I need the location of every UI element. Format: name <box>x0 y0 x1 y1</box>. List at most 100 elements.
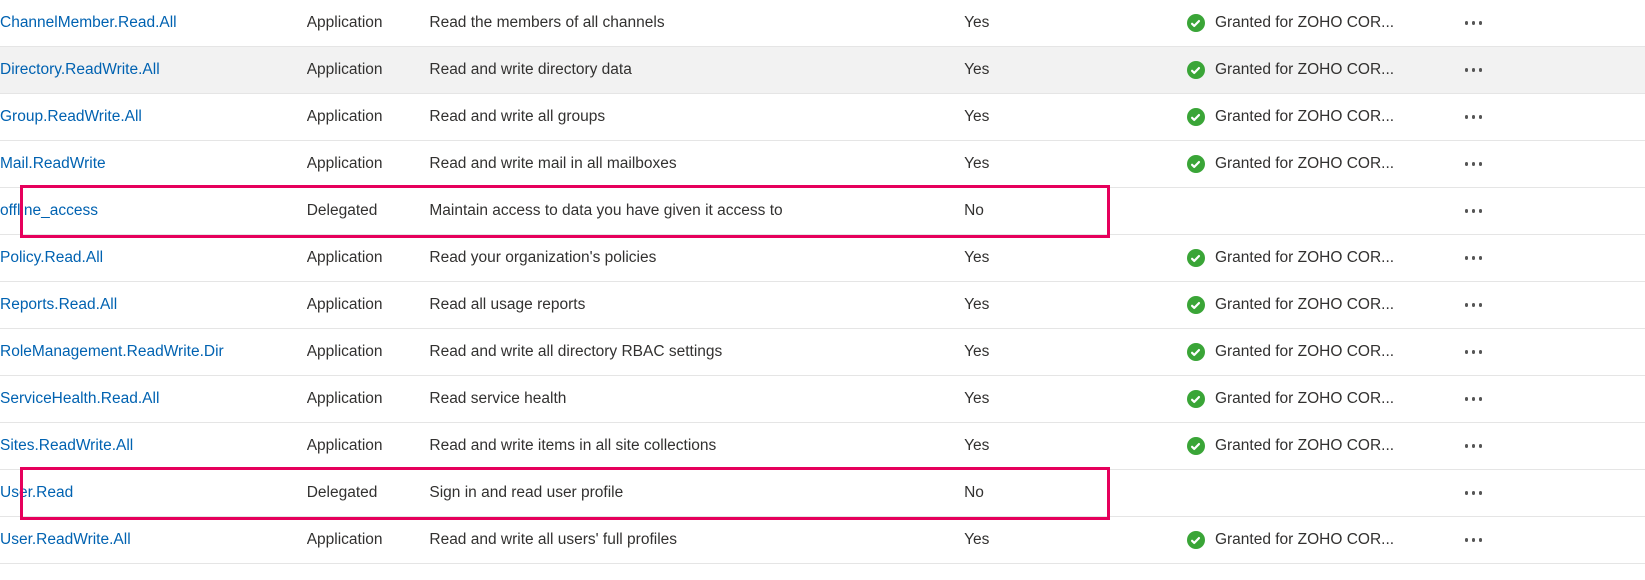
permission-name-cell: Reports.Read.All <box>0 282 307 329</box>
more-actions-button[interactable] <box>1458 384 1488 414</box>
status-text: Granted for ZOHO COR... <box>1215 390 1394 408</box>
permission-name-cell: Mail.ReadWrite <box>0 141 307 188</box>
admin-consent-required: Yes <box>964 517 1187 564</box>
table-row[interactable]: ServiceHealth.Read.AllApplicationRead se… <box>0 376 1645 423</box>
permission-link[interactable]: Reports.Read.All <box>0 296 117 313</box>
table-row[interactable]: Directory.ReadWrite.All ApplicationRead a… <box>0 47 1645 94</box>
permission-link[interactable]: User.ReadWrite.All <box>0 531 131 548</box>
more-actions-button[interactable] <box>1458 55 1488 85</box>
actions-cell <box>1440 329 1645 376</box>
table-row[interactable]: Policy.Read.AllApplicationRead your orga… <box>0 235 1645 282</box>
table-row[interactable]: Group.ReadWrite.All ApplicationRead and w… <box>0 94 1645 141</box>
permission-link[interactable]: Sites.ReadWrite.All <box>0 437 133 454</box>
permission-type: Delegated <box>307 188 430 235</box>
admin-consent-required: No <box>964 188 1187 235</box>
permission-description: Read and write directory data <box>429 47 964 94</box>
permission-name-cell: Sites.ReadWrite.All <box>0 423 307 470</box>
table-row[interactable]: RoleManagement.ReadWrite.Dir ApplicationR… <box>0 329 1645 376</box>
status-text: Granted for ZOHO COR... <box>1215 249 1394 267</box>
table-row[interactable]: ChannelMember.Read.All ApplicationRead th… <box>0 0 1645 47</box>
permission-type: Application <box>307 141 430 188</box>
table-row[interactable]: offline_access DelegatedMaintain access t… <box>0 188 1645 235</box>
check-circle-icon <box>1187 296 1205 314</box>
permission-type: Application <box>307 47 430 94</box>
permission-description: Read your organization's policies <box>429 235 964 282</box>
actions-cell <box>1440 282 1645 329</box>
table-row[interactable]: User.ReadWrite.AllApplicationRead and wr… <box>0 517 1645 564</box>
status-text: Granted for ZOHO COR... <box>1215 437 1394 455</box>
check-circle-icon <box>1187 61 1205 79</box>
permission-link[interactable]: Policy.Read.All <box>0 249 103 266</box>
permission-description: Read all usage reports <box>429 282 964 329</box>
permission-description: Read the members of all channels <box>429 0 964 47</box>
table-row[interactable]: User.Read DelegatedSign in and read user … <box>0 470 1645 517</box>
actions-cell <box>1440 517 1645 564</box>
check-circle-icon <box>1187 390 1205 408</box>
more-actions-button[interactable] <box>1458 478 1488 508</box>
table-row[interactable]: Reports.Read.AllApplicationRead all usag… <box>0 282 1645 329</box>
permission-link[interactable]: ChannelMember.Read.All <box>0 14 177 31</box>
status-cell: Granted for ZOHO COR... <box>1187 423 1441 470</box>
permission-link[interactable]: ServiceHealth.Read.All <box>0 390 159 407</box>
check-circle-icon <box>1187 155 1205 173</box>
permission-name-cell: Group.ReadWrite.All <box>0 94 307 141</box>
more-actions-button[interactable] <box>1458 196 1488 226</box>
permission-link[interactable]: Directory.ReadWrite.All <box>0 61 160 78</box>
admin-consent-required: Yes <box>964 47 1187 94</box>
admin-consent-required: Yes <box>964 423 1187 470</box>
permission-name-cell: Policy.Read.All <box>0 235 307 282</box>
check-circle-icon <box>1187 108 1205 126</box>
admin-consent-required: Yes <box>964 329 1187 376</box>
permission-description: Sign in and read user profile <box>429 470 964 517</box>
more-actions-button[interactable] <box>1458 290 1488 320</box>
permission-type: Application <box>307 329 430 376</box>
permission-type: Delegated <box>307 470 430 517</box>
status-text: Granted for ZOHO COR... <box>1215 108 1394 126</box>
status-cell: Granted for ZOHO COR... <box>1187 282 1441 329</box>
status-text: Granted for ZOHO COR... <box>1215 14 1394 32</box>
permission-type: Application <box>307 94 430 141</box>
actions-cell <box>1440 235 1645 282</box>
actions-cell <box>1440 470 1645 517</box>
more-actions-button[interactable] <box>1458 102 1488 132</box>
permission-name-cell: RoleManagement.ReadWrite.Dir <box>0 329 307 376</box>
permission-type: Application <box>307 0 430 47</box>
check-circle-icon <box>1187 14 1205 32</box>
admin-consent-required: Yes <box>964 94 1187 141</box>
permission-link[interactable]: offline_access <box>0 202 98 219</box>
status-cell: Granted for ZOHO COR... <box>1187 0 1441 47</box>
status-cell <box>1187 470 1441 517</box>
status-text: Granted for ZOHO COR... <box>1215 343 1394 361</box>
table-row[interactable]: Mail.ReadWriteApplicationRead and write … <box>0 141 1645 188</box>
permission-link[interactable]: User.Read <box>0 484 73 501</box>
permission-description: Read and write items in all site collect… <box>429 423 964 470</box>
more-actions-button[interactable] <box>1458 243 1488 273</box>
more-actions-button[interactable] <box>1458 337 1488 367</box>
permission-type: Application <box>307 423 430 470</box>
permission-link[interactable]: RoleManagement.ReadWrite.Dir <box>0 343 224 360</box>
status-cell: Granted for ZOHO COR... <box>1187 517 1441 564</box>
permission-type: Application <box>307 376 430 423</box>
status-cell: Granted for ZOHO COR... <box>1187 376 1441 423</box>
admin-consent-required: Yes <box>964 376 1187 423</box>
permission-description: Read and write all groups <box>429 94 964 141</box>
permission-description: Maintain access to data you have given i… <box>429 188 964 235</box>
check-circle-icon <box>1187 343 1205 361</box>
status-text: Granted for ZOHO COR... <box>1215 155 1394 173</box>
permission-link[interactable]: Group.ReadWrite.All <box>0 108 142 125</box>
permission-type: Application <box>307 517 430 564</box>
more-actions-button[interactable] <box>1458 149 1488 179</box>
status-text: Granted for ZOHO COR... <box>1215 296 1394 314</box>
more-actions-button[interactable] <box>1458 431 1488 461</box>
permission-name-cell: ServiceHealth.Read.All <box>0 376 307 423</box>
status-cell <box>1187 188 1441 235</box>
permission-name-cell: offline_access <box>0 188 307 235</box>
more-actions-button[interactable] <box>1458 525 1488 555</box>
permission-name-cell: Directory.ReadWrite.All <box>0 47 307 94</box>
permission-link[interactable]: Mail.ReadWrite <box>0 155 106 172</box>
more-actions-button[interactable] <box>1458 8 1488 38</box>
permission-name-cell: User.ReadWrite.All <box>0 517 307 564</box>
permission-description: Read and write all directory RBAC settin… <box>429 329 964 376</box>
actions-cell <box>1440 376 1645 423</box>
table-row[interactable]: Sites.ReadWrite.All ApplicationRead and w… <box>0 423 1645 470</box>
